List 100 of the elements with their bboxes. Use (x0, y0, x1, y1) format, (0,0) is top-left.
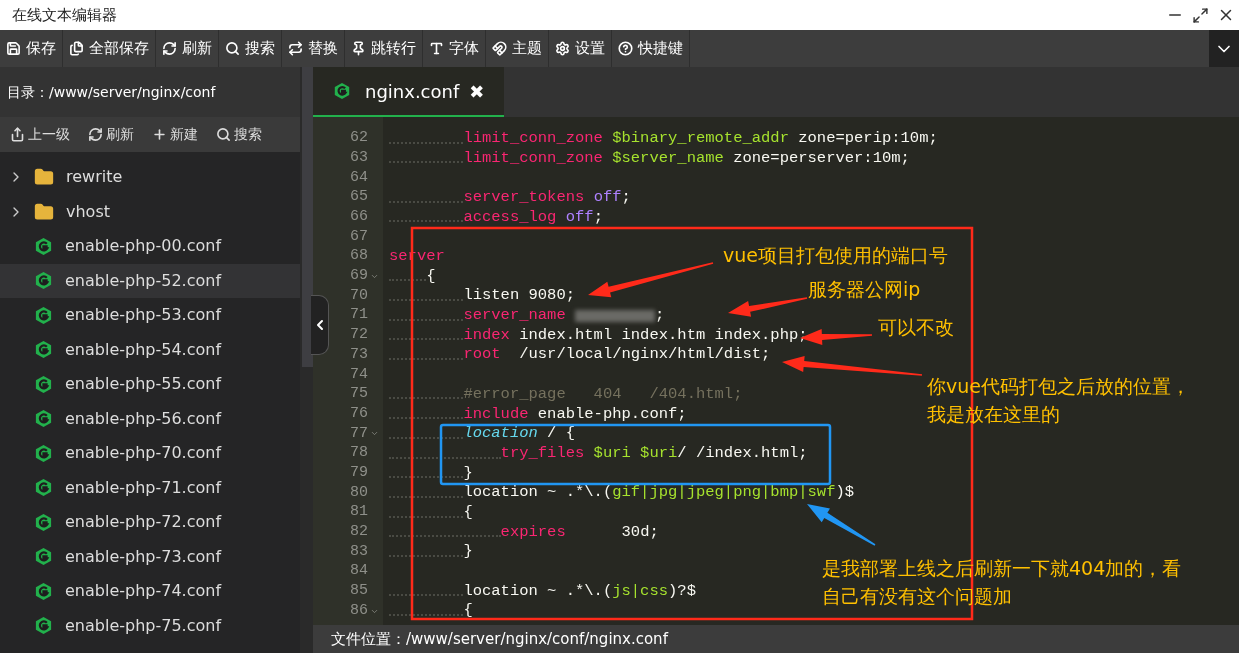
code-line: { (426, 265, 436, 287)
tab-label: nginx.conf (365, 79, 460, 104)
sidebar-action[interactable]: 新建 (150, 124, 200, 145)
arrow (807, 504, 876, 546)
line-number: 77 (350, 423, 368, 444)
code-line: try_files $uri $uri/ /index.html; (500, 442, 808, 464)
code-line: location ~ .*\.(gif|jpg|jpeg|png|bmp|swf)$ (463, 482, 855, 504)
file-name: enable-php-71.conf (65, 476, 222, 499)
file-tree-item[interactable]: enable-php-52.conf (0, 263, 300, 298)
collapse-sidebar-handle[interactable] (311, 295, 329, 355)
line-number: 86 (350, 600, 368, 621)
line-number: 64 (350, 167, 368, 188)
tab-close[interactable]: ✖ (469, 77, 485, 105)
maximize-icon[interactable] (1192, 6, 1209, 24)
line-number: 78 (350, 443, 368, 464)
file-icon (34, 443, 53, 463)
file-name: enable-php-55.conf (65, 373, 222, 396)
refresh-icon (162, 41, 177, 56)
line-number: 84 (350, 561, 368, 582)
annotation-text: 服务器公网ip (808, 277, 921, 302)
sidebar-action[interactable]: 刷新 (86, 124, 136, 145)
file-name: vhost (66, 200, 110, 223)
line-number: 71 (350, 305, 368, 326)
file-icon (34, 512, 53, 532)
code-line: expires 30d; (500, 521, 659, 543)
line-number: 81 (350, 502, 368, 523)
code-line: } (463, 541, 473, 563)
line-number: 72 (350, 325, 368, 346)
line-number: 70 (350, 285, 368, 306)
file-icon (34, 374, 53, 394)
line-number: 79 (350, 462, 368, 483)
file-name: rewrite (66, 166, 123, 189)
text-cursor-icon (429, 41, 444, 56)
code-line: server_name ; (463, 305, 665, 327)
code-line: include enable-php.conf; (463, 403, 687, 425)
line-number: 69 (350, 266, 368, 287)
line-number: 76 (350, 403, 368, 424)
scrollbar-thumb[interactable] (302, 67, 313, 367)
file-name: enable-php-53.conf (65, 304, 222, 327)
plus-icon (152, 127, 167, 142)
annotation-text: 可以不改 (878, 315, 954, 340)
file-icon (34, 305, 53, 325)
file-icon (34, 581, 53, 601)
line-number: 80 (350, 482, 368, 503)
editor-tab[interactable]: nginx.conf ✖ (313, 67, 505, 117)
line-number: 85 (350, 581, 368, 602)
search-icon (216, 127, 231, 142)
file-name: enable-php-73.conf (65, 545, 222, 568)
code-line: listen 9080; (463, 285, 575, 307)
file-icon (34, 616, 53, 636)
code-line: { (463, 600, 473, 622)
code-line: location ~ .*\.(js|css)?$ (463, 580, 696, 602)
file-icon (333, 82, 351, 100)
file-location: 文件位置：/www/server/nginx/conf/nginx.conf (331, 628, 668, 650)
file-icon (34, 409, 53, 429)
line-number: 74 (350, 364, 368, 385)
code-line: limit_conn_zone $server_name zone=perserver:10m; (463, 147, 910, 169)
line-number: 63 (350, 147, 368, 168)
code-line: access_log off; (463, 206, 603, 228)
file-name: enable-php-70.conf (65, 442, 222, 465)
code-line: } (463, 462, 473, 484)
refresh-icon (88, 127, 103, 142)
annotation-text: vue项目打包使用的端口号 (723, 243, 948, 268)
repeat-icon (288, 41, 303, 56)
line-number: 75 (350, 384, 368, 405)
code-line: location / { (463, 423, 576, 445)
code-editor[interactable] (313, 117, 1239, 625)
magnet-icon (492, 41, 507, 56)
line-number: 62 (350, 128, 368, 149)
line-number: 65 (350, 187, 368, 208)
file-icon (34, 340, 53, 360)
file-name: enable-php-54.conf (65, 338, 222, 361)
code-line: { (463, 501, 473, 523)
file-name: enable-php-56.conf (65, 407, 222, 430)
file-name: enable-php-00.conf (65, 235, 222, 258)
file-icon (34, 271, 53, 291)
pin-icon (351, 41, 366, 56)
file-icon (34, 547, 53, 567)
line-number: 67 (350, 226, 368, 247)
line-number: 73 (350, 344, 368, 365)
line-number: 82 (350, 522, 368, 543)
sidebar-action[interactable]: 搜索 (214, 124, 264, 145)
file-name: enable-php-52.conf (65, 269, 222, 292)
arrow-icon (10, 127, 25, 142)
documents-icon (69, 41, 84, 56)
code-line: limit_conn_zone $binary_remote_addr zone=perip:10m; (463, 127, 938, 149)
code-line: #error_page 404 /404.html; (463, 383, 743, 405)
folder-icon (34, 167, 54, 188)
help-icon (618, 41, 633, 56)
file-name: enable-php-75.conf (65, 614, 222, 637)
search-icon (225, 41, 240, 56)
file-name: enable-php-72.conf (65, 511, 222, 534)
code-line: root /usr/local/nginx/html/dist; (463, 344, 771, 366)
sidebar-action[interactable]: 上一级 (8, 124, 72, 145)
code-line: server_tokens off; (463, 186, 631, 208)
folder-icon (34, 201, 54, 222)
line-number: 66 (350, 207, 368, 228)
file-icon (34, 478, 53, 498)
file-name: enable-php-74.conf (65, 580, 222, 603)
settings-icon (555, 41, 570, 56)
